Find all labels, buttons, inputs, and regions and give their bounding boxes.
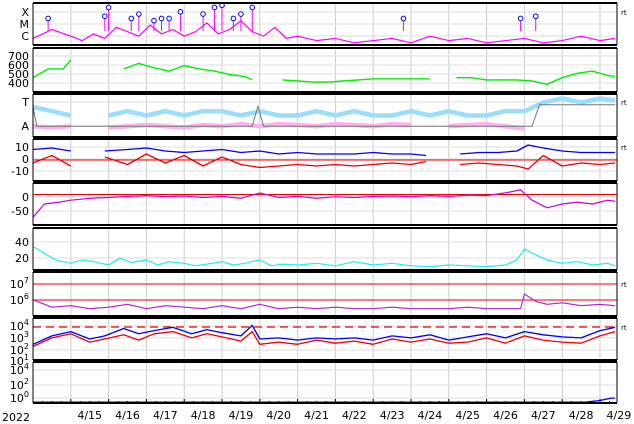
x-tick-label: 4/27 <box>531 409 556 422</box>
flare-marker <box>45 15 51 22</box>
x-tick-label: 4/15 <box>77 409 102 422</box>
x-tick-label: 4/26 <box>493 409 518 422</box>
panel-borders <box>32 2 618 404</box>
x-tick-label: 4/22 <box>342 409 367 422</box>
x-tick-label: 4/28 <box>569 409 594 422</box>
rt-marker: rt <box>621 144 627 152</box>
x-tick-label: 4/29 <box>607 409 632 422</box>
series-line-proton-density <box>32 245 616 268</box>
series-line-Bz <box>32 153 616 170</box>
y-tick-label: 100 <box>10 390 29 405</box>
x-tick-label: 4/23 <box>380 409 405 422</box>
y-tick-label: T <box>21 96 29 109</box>
flare-marker <box>166 15 172 22</box>
x-tick-label: 4/21 <box>304 409 329 422</box>
flare-marker <box>238 11 244 17</box>
y-tick-label: 0 <box>22 191 29 204</box>
x-tick-label: 4/25 <box>455 409 480 422</box>
rt-marker: rt <box>621 281 627 289</box>
flare-marker <box>400 15 407 22</box>
series-line-neutron <box>33 397 616 403</box>
x-tick-label: 4/20 <box>266 409 291 422</box>
y-tick-label: 40 <box>15 236 29 249</box>
flare-marker <box>151 17 157 24</box>
series-line-temperature <box>32 96 616 118</box>
y-tick-label: 400 <box>8 77 29 90</box>
y-tick-label: C <box>21 30 29 43</box>
x-tick-label: 4/18 <box>191 409 216 422</box>
flare-marker <box>230 15 237 22</box>
flare-marker <box>211 4 218 11</box>
chart-series <box>32 2 616 403</box>
y-tick-label: 20 <box>15 252 29 265</box>
chart-grid <box>33 3 617 403</box>
series-line-proton-flux <box>32 293 616 310</box>
flare-marker <box>200 11 206 17</box>
rt-marker: rt <box>621 99 627 107</box>
series-line-electron-flux <box>32 330 616 347</box>
y-tick-label: 106 <box>10 292 29 307</box>
x-tick-label: 4/24 <box>418 409 443 422</box>
flare-marker <box>102 13 108 20</box>
x-tick-label: 4/17 <box>153 409 178 422</box>
y-tick-label: -10 <box>11 165 29 178</box>
y-tick-label: 104 <box>10 362 29 377</box>
x-tick-label: 4/16 <box>115 409 140 422</box>
flare-marker <box>128 15 135 22</box>
flare-marker <box>136 11 142 17</box>
year-label: 2022 <box>2 411 30 424</box>
y-tick-label: -50 <box>11 205 29 218</box>
space-weather-chart: XMC700600500400TA100-100-504020107106104… <box>2 2 632 424</box>
flare-marker <box>532 13 539 20</box>
flare-marker <box>105 4 112 11</box>
y-tick-label: 107 <box>10 276 29 291</box>
y-tick-label: A <box>21 120 29 133</box>
rt-marker: rt <box>621 324 627 332</box>
x-tick-label: 4/19 <box>229 409 254 422</box>
flare-marker <box>517 15 524 22</box>
flare-marker <box>249 4 256 11</box>
rt-marker: rt <box>621 9 627 17</box>
flare-marker <box>177 9 184 15</box>
series-line-solar-wind-speed <box>32 59 616 85</box>
flare-marker <box>158 15 165 22</box>
